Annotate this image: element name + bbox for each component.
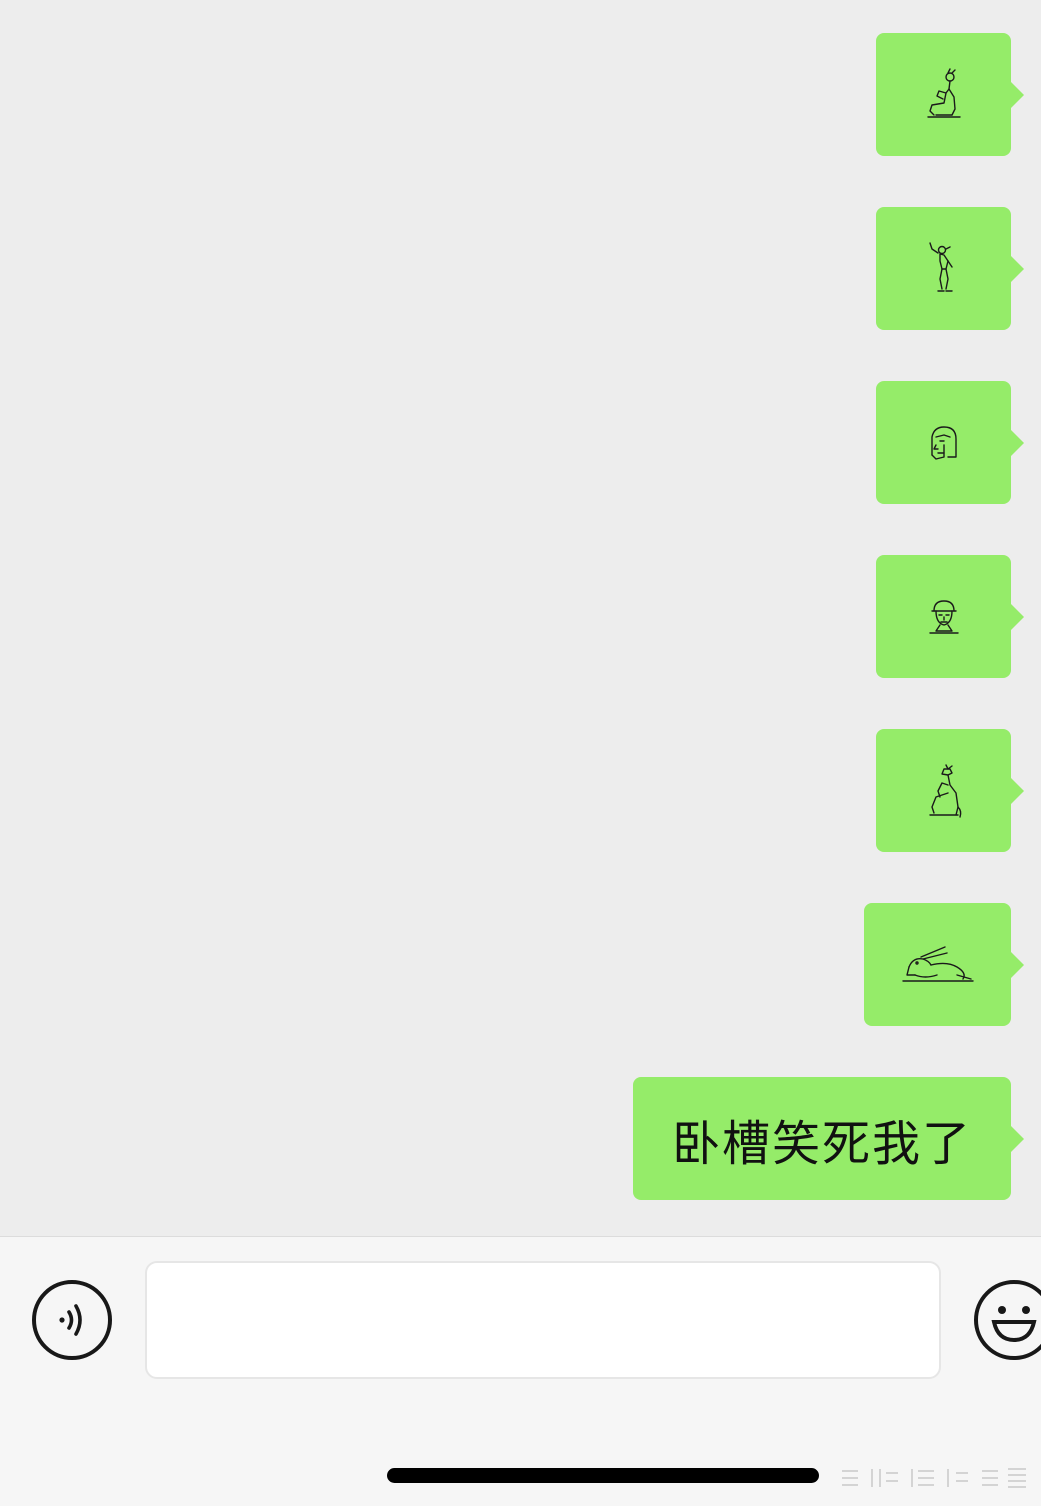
hieroglyph-pharaoh-head-icon [930, 425, 957, 460]
hieroglyph-hare-icon [901, 945, 974, 982]
watermark [838, 1465, 1030, 1491]
sent-message-bubble[interactable] [864, 903, 1024, 1026]
sent-message-bubble[interactable] [876, 729, 1024, 852]
emoji-button[interactable] [974, 1280, 1041, 1360]
hieroglyph-seated-animal-god-icon [928, 763, 961, 818]
message-text: 卧槽笑死我了 [671, 1115, 972, 1172]
voice-icon [59, 1304, 82, 1336]
hieroglyph-seated-god-icon [926, 67, 961, 118]
sent-message-bubble[interactable] [876, 33, 1024, 156]
hieroglyph-standing-figure-icon [928, 241, 953, 292]
emoji-icon [991, 1306, 1037, 1343]
hieroglyph-face-icon [928, 599, 959, 634]
sent-message-bubble[interactable] [876, 555, 1024, 678]
voice-toggle-button[interactable] [32, 1280, 112, 1360]
sent-message-bubble[interactable] [876, 381, 1024, 504]
sent-message-bubble[interactable]: 卧槽笑死我了 [633, 1077, 1024, 1200]
chat-message-list[interactable]: 卧槽笑死我了 [0, 0, 1041, 1236]
home-indicator[interactable] [387, 1468, 819, 1483]
sent-message-bubble[interactable] [876, 207, 1024, 330]
chat-input-bar [0, 1236, 1041, 1506]
message-input[interactable] [145, 1261, 941, 1379]
